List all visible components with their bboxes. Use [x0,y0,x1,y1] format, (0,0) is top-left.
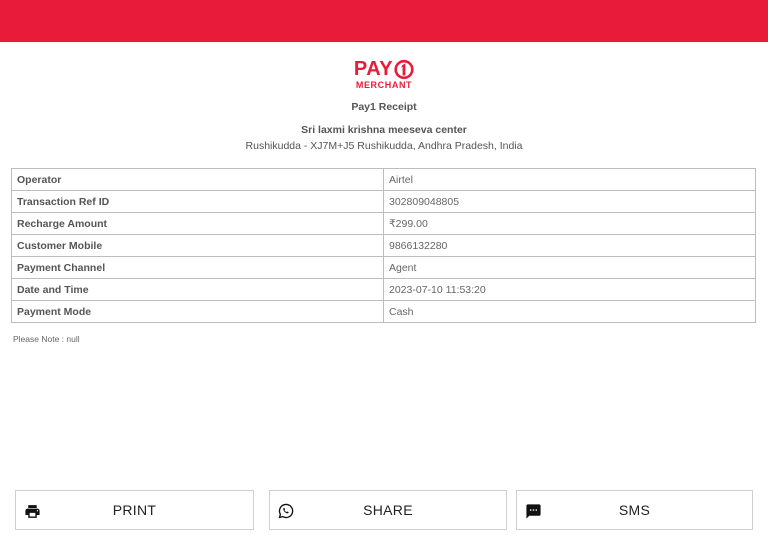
table-row: Customer Mobile 9866132280 [11,234,756,257]
table-row: Payment Channel Agent [11,256,756,279]
receipt-note: Please Note : null [13,334,80,344]
table-row: Recharge Amount ₹299.00 [11,212,756,235]
row-value-operator: Airtel [383,168,756,191]
row-value-payment-channel: Agent [383,256,756,279]
row-label-operator: Operator [11,168,384,191]
row-value-transaction-ref: 302809048805 [383,190,756,213]
receipt-title: Pay1 Receipt [351,101,417,113]
table-row: Transaction Ref ID 302809048805 [11,190,756,213]
whatsapp-icon [277,502,295,520]
table-row: Operator Airtel [11,168,756,191]
printer-icon [23,502,41,520]
receipt-details-table: Operator Airtel Transaction Ref ID 30280… [11,168,756,323]
logo-subtitle: MERCHANT [355,80,413,90]
table-row: Payment Mode Cash [11,300,756,323]
sms-button[interactable]: SMS [516,490,753,530]
pay1-merchant-logo: PAY MERCHANT [0,58,768,90]
print-button-label: PRINT [112,502,157,518]
row-value-customer-mobile: 9866132280 [383,234,756,257]
row-value-payment-mode: Cash [383,300,756,323]
row-label-date-time: Date and Time [11,278,384,301]
table-row: Date and Time 2023-07-10 11:53:20 [11,278,756,301]
message-icon [524,502,542,520]
print-button[interactable]: PRINT [15,490,254,530]
logo-text: PAY [353,58,394,80]
sms-button-label: SMS [618,502,651,518]
row-value-date-time: 2023-07-10 11:53:20 [383,278,756,301]
shop-address: Rushikudda - XJ7M+J5 Rushikudda, Andhra … [245,140,523,152]
shop-name: Sri laxmi krishna meeseva center [301,124,467,136]
row-label-transaction-ref: Transaction Ref ID [11,190,384,213]
row-label-payment-channel: Payment Channel [11,256,384,279]
row-label-payment-mode: Payment Mode [11,300,384,323]
share-button[interactable]: SHARE [269,490,507,530]
row-label-recharge-amount: Recharge Amount [11,212,384,235]
logo-one-mark-icon [394,59,414,79]
top-app-bar [0,0,768,42]
row-value-recharge-amount: ₹299.00 [383,212,756,235]
share-button-label: SHARE [363,502,413,518]
row-label-customer-mobile: Customer Mobile [11,234,384,257]
action-bar: PRINT SHARE SMS [15,490,753,530]
